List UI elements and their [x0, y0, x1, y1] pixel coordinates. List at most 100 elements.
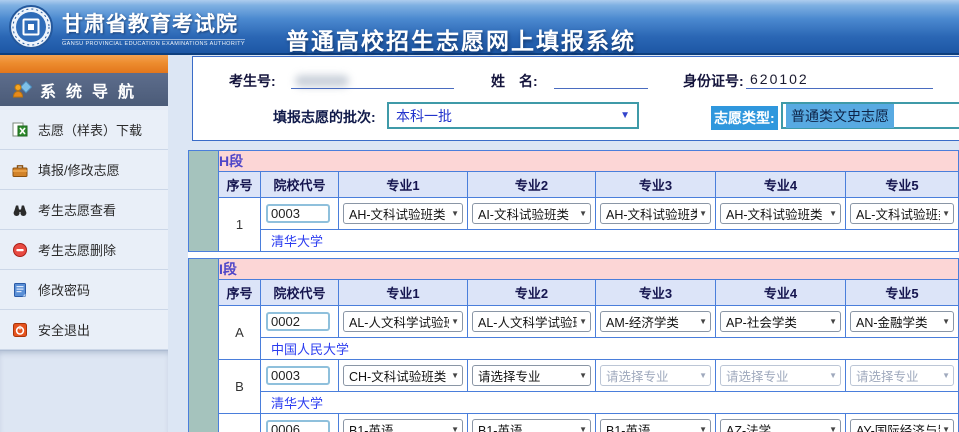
- name-label: 姓 名:: [491, 73, 538, 89]
- column-header: 专业4: [715, 171, 846, 198]
- major-select-value: AY-国际经济与贸易: [856, 424, 940, 432]
- major-select[interactable]: AL-文科试验班类▼: [850, 203, 955, 224]
- major-select: 请选择专业 ▼: [600, 365, 711, 386]
- major-select[interactable]: CH-文科试验班类 ▼: [343, 365, 463, 386]
- exam-no-label: 考生号:: [229, 73, 276, 89]
- major-cell: 请选择专业 ▼: [844, 359, 959, 392]
- column-header: 院校代号: [260, 279, 339, 306]
- chevron-down-icon: ▼: [699, 209, 707, 218]
- agency-emblem-icon: [9, 5, 53, 49]
- major-select: 请选择专业 ▼: [720, 365, 841, 386]
- university-link[interactable]: 中国人民大学: [262, 339, 349, 358]
- section-title: H段: [217, 150, 959, 172]
- column-header: 专业2: [467, 279, 596, 306]
- sidebar-item-fill-modify[interactable]: 填报/修改志愿: [0, 150, 168, 190]
- college-code-input[interactable]: [266, 312, 330, 331]
- logout-power-icon: [13, 322, 27, 337]
- chevron-down-icon: ▼: [942, 371, 951, 380]
- major-select[interactable]: AP-社会学类 ▼: [720, 311, 841, 332]
- major-select[interactable]: AH-文科试验班类 ▼: [720, 203, 841, 224]
- column-header-row: 序号 院校代号 专业1 专业2 专业3 专业4 专业5: [189, 171, 959, 198]
- chevron-down-icon: ▼: [829, 425, 837, 432]
- college-code-input[interactable]: [266, 420, 330, 432]
- section-header-row: H段: [188, 150, 959, 252]
- major-select[interactable]: B1-英语 ▼: [472, 419, 591, 432]
- id-number-label: 身份证号:: [683, 73, 744, 89]
- college-code-input[interactable]: [266, 204, 330, 223]
- section-table: I段序号院校代号专业1专业2专业3专业4专业5AAL-人文科学试验班▼AL-人文…: [188, 258, 959, 432]
- sidebar-item-logout[interactable]: 安全退出: [0, 310, 168, 350]
- chevron-down-icon: ▼: [579, 317, 587, 326]
- major-cell: AM-经济学类 ▼: [595, 305, 716, 338]
- agency-name-en: GANSU PROVINCIAL EDUCATION EXAMINATIONS …: [62, 38, 245, 47]
- major-select[interactable]: AZ-法学 ▼: [720, 419, 841, 432]
- column-header-row: 序号 院校代号 专业1 专业2 专业3 专业4 专业5: [189, 279, 959, 306]
- major-cell: B1-英语 ▼: [595, 413, 716, 432]
- major-select[interactable]: B1-英语 ▼: [343, 419, 463, 432]
- major-select[interactable]: 请选择专业 ▼: [472, 365, 591, 386]
- major-cell: AN-金融学类 ▼: [844, 305, 959, 338]
- section-table: H段序号院校代号专业1专业2专业3专业4专业51AH-文科试验班类▼AI-文科试…: [188, 150, 959, 252]
- major-cell: AH-文科试验班类 ▼: [595, 197, 716, 230]
- volunteer-type-field[interactable]: 普通类文史志愿: [781, 102, 959, 129]
- major-select-value: B1-英语: [478, 424, 523, 432]
- id-number-underline: [746, 88, 933, 89]
- major-cell: 请选择专业 ▼: [715, 359, 846, 392]
- volunteer-row: AAL-人文科学试验班▼AL-人文科学试验班▼AM-经济学类▼AP-社会学类▼A…: [189, 305, 959, 360]
- college-code-cell: [260, 197, 339, 230]
- major-select-value: AL-人文科学试验班: [349, 316, 450, 330]
- sidebar-item-delete-volunteer[interactable]: 考生志愿删除: [0, 230, 168, 270]
- name-underline: [554, 88, 648, 89]
- volunteer-tables: H段序号院校代号专业1专业2专业3专业4专业51AH-文科试验班类▼AI-文科试…: [188, 150, 959, 432]
- college-code-cell: [260, 359, 339, 392]
- major-select[interactable]: AH-文科试验班类 ▼: [600, 203, 711, 224]
- binoculars-icon: [13, 205, 27, 216]
- chevron-down-icon: ▼: [829, 317, 837, 326]
- university-row: 清华大学: [189, 391, 959, 414]
- university-cell: 清华大学: [259, 391, 959, 414]
- page: 甘肃省教育考试院 GANSU PROVINCIAL EDUCATION EXAM…: [0, 0, 959, 432]
- university-cell: 中国人民大学: [259, 337, 959, 360]
- major-select[interactable]: B1-英语 ▼: [600, 419, 711, 432]
- batch-select-value: 本科一批: [396, 107, 452, 124]
- major-select[interactable]: AN-金融学类 ▼: [850, 311, 955, 332]
- volunteer-type-value: 普通类文史志愿: [786, 103, 894, 128]
- chevron-down-icon: ▼: [699, 371, 707, 380]
- major-cell: B1-英语 ▼: [467, 413, 596, 432]
- major-select-value: AH-文科试验班类: [349, 208, 446, 222]
- sidebar-item-view-volunteer[interactable]: 考生志愿查看: [0, 190, 168, 230]
- university-link[interactable]: 清华大学: [262, 393, 323, 412]
- sidebar-item-change-password[interactable]: 修改密码: [0, 270, 168, 310]
- chevron-down-icon: ▼: [699, 317, 707, 326]
- major-select-value: 请选择专业: [606, 370, 669, 384]
- major-select-value: CH-文科试验班类: [349, 370, 447, 384]
- chevron-down-icon: ▼: [942, 209, 951, 218]
- major-select[interactable]: AY-国际经济与贸易▼: [850, 419, 955, 432]
- university-link[interactable]: 清华大学: [262, 231, 323, 250]
- major-select[interactable]: AH-文科试验班类 ▼: [343, 203, 463, 224]
- major-select[interactable]: AL-人文科学试验班 ▼: [343, 311, 463, 332]
- sidebar-item-download-sample[interactable]: 志愿（样表）下载: [0, 110, 168, 150]
- major-select[interactable]: AI-文科试验班类 ▼: [472, 203, 591, 224]
- chevron-down-icon: ▼: [579, 371, 587, 380]
- nav-people-icon: [12, 80, 32, 97]
- chevron-down-icon: ▼: [451, 371, 459, 380]
- major-select: 请选择专业 ▼: [850, 365, 955, 386]
- chevron-down-icon: ▼: [451, 317, 459, 326]
- major-cell: 请选择专业 ▼: [467, 359, 596, 392]
- candidate-info-form: 考生号: 姓 名: 身份证号: 620102 填报志愿的批次: 本科一批 ▼ 志…: [192, 56, 959, 141]
- college-code-input[interactable]: [266, 366, 330, 385]
- seq-cell: B: [218, 359, 261, 414]
- major-cell: AL-人文科学试验班 ▼: [338, 305, 468, 338]
- sidebar: 系统导航 志愿（样表）下载 填报/修改志愿 考生志愿查看 考生志愿删除 修改密码…: [0, 55, 168, 432]
- sidebar-menu: 志愿（样表）下载 填报/修改志愿 考生志愿查看 考生志愿删除 修改密码 安全退出: [0, 106, 168, 350]
- seq-cell: A: [218, 305, 261, 360]
- sidebar-nav-header: 系统导航: [0, 73, 168, 106]
- column-header: 序号: [218, 171, 261, 198]
- major-select[interactable]: AL-人文科学试验班 ▼: [472, 311, 591, 332]
- batch-select[interactable]: 本科一批 ▼: [387, 102, 639, 129]
- major-select[interactable]: AM-经济学类 ▼: [600, 311, 711, 332]
- exam-no-underline: [291, 88, 454, 89]
- column-header: 专业4: [715, 279, 846, 306]
- university-cell: 清华大学: [259, 229, 959, 252]
